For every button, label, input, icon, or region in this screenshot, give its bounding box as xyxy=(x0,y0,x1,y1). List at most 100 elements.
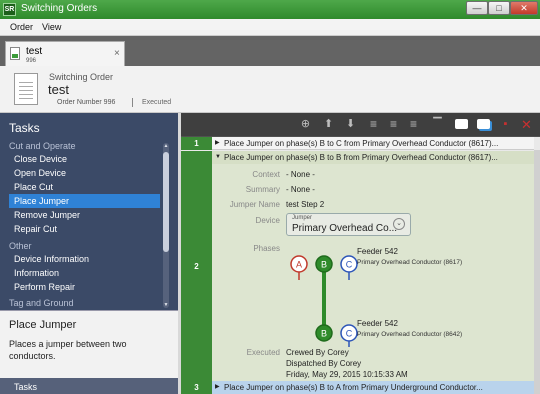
svg-text:C: C xyxy=(346,329,353,339)
note-icon[interactable] xyxy=(455,119,468,129)
task-remove-jumper[interactable]: Remove Jumper xyxy=(9,208,160,222)
task-place-cut[interactable]: Place Cut xyxy=(9,180,160,194)
steps-scrollbar[interactable] xyxy=(534,150,540,394)
executed-dispatched: Dispatched By Corey xyxy=(286,359,362,368)
task-close-device[interactable]: Close Device xyxy=(9,152,160,166)
order-kind: Switching Order xyxy=(49,72,114,82)
order-number: Order Number 996 xyxy=(57,99,116,106)
order-status: Executed xyxy=(142,99,172,106)
tab-number: 996 xyxy=(26,58,37,64)
svg-text:C: C xyxy=(346,260,353,270)
document-tab[interactable]: test 996 × xyxy=(5,41,125,66)
task-place-jumper[interactable]: Place Jumper xyxy=(9,194,160,208)
svg-text:B: B xyxy=(321,329,327,339)
menu-view[interactable]: View xyxy=(42,22,61,32)
svg-text:A: A xyxy=(296,260,302,270)
tab-title: test xyxy=(26,46,43,57)
phase-b-top: B xyxy=(315,255,333,273)
document-icon xyxy=(10,47,20,60)
expand-icon[interactable]: ⊕ xyxy=(299,118,312,131)
move-up-icon[interactable]: ⬆ xyxy=(322,118,335,131)
close-button[interactable]: ✕ xyxy=(510,1,538,15)
tab-close-icon[interactable]: × xyxy=(114,48,120,59)
step-row-3[interactable]: ▶ Place Jumper on phase(s) B to A from P… xyxy=(212,381,534,394)
document-tab-strip: test 996 × xyxy=(0,36,540,66)
task-repair-cut[interactable]: Repair Cut xyxy=(9,222,160,236)
step-details: Context - None - Summary - None - Jumper… xyxy=(212,164,534,383)
description-text: Places a jumper between two conductors. xyxy=(9,339,127,361)
jumper-name-label: Jumper Name xyxy=(229,200,280,209)
task-description-panel: Place Jumper Places a jumper between two… xyxy=(0,310,178,378)
divider xyxy=(132,98,133,107)
task-device-information[interactable]: Device Information xyxy=(9,252,160,266)
phase-diagram: A B C B C xyxy=(290,255,358,347)
context-value[interactable]: - None - xyxy=(286,170,315,179)
scrollbar-thumb[interactable] xyxy=(163,152,169,252)
order-header: Switching Order test Order Number 996 Ex… xyxy=(0,66,540,113)
collapse-arrow-icon[interactable]: ▼ xyxy=(215,151,221,164)
tasks-panel: Tasks Cut and Operate Close Device Open … xyxy=(0,113,178,394)
task-open-device[interactable]: Open Device xyxy=(9,166,160,180)
device-label: Device xyxy=(255,216,280,225)
steps-toolbar: ⊕ ⬆ ⬇ ≡ ≡ ≡ ▔ ▪ ✕ xyxy=(181,113,540,136)
step-row-2[interactable]: ▼ Place Jumper on phase(s) B to B from P… xyxy=(212,151,534,164)
expand-arrow-icon[interactable]: ▶ xyxy=(215,381,220,394)
chevron-down-icon[interactable]: ⌄ xyxy=(393,218,405,230)
jumper-name-value[interactable]: test Step 2 xyxy=(286,200,324,209)
step-number: 3 xyxy=(181,381,212,394)
list-icon[interactable]: ≡ xyxy=(407,118,420,131)
menu-bar: Order View xyxy=(0,19,540,36)
feeder-bottom: Feeder 542 xyxy=(357,319,398,328)
device-selector[interactable]: Jumper Primary Overhead Co... ⌄ xyxy=(286,213,411,236)
maximize-button[interactable]: □ xyxy=(488,1,510,15)
step-number: 2 xyxy=(181,151,212,383)
list-icon[interactable]: ≡ xyxy=(367,118,380,131)
conductor-top: Primary Overhead Conductor (8617) xyxy=(357,259,463,266)
step-number: 1 xyxy=(181,137,212,150)
group-other: Other xyxy=(9,241,32,251)
phases-label: Phases xyxy=(253,244,280,253)
phase-a-top: A xyxy=(290,255,308,273)
task-perform-repair[interactable]: Perform Repair xyxy=(9,280,160,294)
feeder-top: Feeder 542 xyxy=(357,247,398,256)
phase-c-bottom: C xyxy=(340,324,358,342)
delete-icon[interactable]: ✕ xyxy=(520,118,533,131)
summary-label: Summary xyxy=(245,185,280,194)
conductor-bottom: Primary Overhead Conductor (8642) xyxy=(357,331,463,338)
group-tag-and-ground: Tag and Ground xyxy=(9,298,74,308)
step-text: Place Jumper on phase(s) B to A from Pri… xyxy=(224,383,483,392)
tasks-bottom-tab-label: Tasks xyxy=(14,382,38,392)
move-down-icon[interactable]: ⬇ xyxy=(344,118,357,131)
group-cut-and-operate: Cut and Operate xyxy=(9,141,76,151)
svg-text:B: B xyxy=(321,260,327,270)
steps-panel: ⊕ ⬆ ⬇ ≡ ≡ ≡ ▔ ▪ ✕ 1 2 3 ▶ Place Jumper o… xyxy=(181,113,540,394)
minimize-button[interactable]: — xyxy=(466,1,488,15)
phase-c-top: C xyxy=(340,255,358,273)
summary-value[interactable]: - None - xyxy=(286,185,315,194)
device-value: Primary Overhead Co... xyxy=(292,223,398,234)
executed-label: Executed xyxy=(246,348,280,357)
list-icon[interactable]: ≡ xyxy=(387,118,400,131)
app-icon: SR xyxy=(3,3,16,16)
single-line-icon[interactable]: ▔ xyxy=(431,118,444,131)
menu-order[interactable]: Order xyxy=(10,22,33,32)
task-list: Cut and Operate Close Device Open Device… xyxy=(0,139,170,308)
note-red-icon[interactable]: ▪ xyxy=(499,118,512,131)
context-label: Context xyxy=(252,170,280,179)
step-row-1[interactable]: ▶ Place Jumper on phase(s) B to C from P… xyxy=(212,137,534,150)
order-name: test xyxy=(48,82,69,97)
task-list-scrollbar[interactable]: ▲ ▼ xyxy=(163,143,169,308)
device-type: Jumper xyxy=(292,215,313,221)
expand-arrow-icon[interactable]: ▶ xyxy=(215,137,220,149)
tasks-bottom-tab[interactable]: Tasks xyxy=(0,378,178,394)
executed-crewed: Crewed By Corey xyxy=(286,348,349,357)
note-blue-icon[interactable] xyxy=(477,119,490,129)
step-text: Place Jumper on phase(s) B to B from Pri… xyxy=(224,153,498,162)
task-information[interactable]: Information xyxy=(9,266,160,280)
window-title: Switching Orders xyxy=(21,3,98,14)
tasks-header: Tasks xyxy=(0,113,178,137)
phase-b-bottom: B xyxy=(315,324,333,342)
switching-order-icon xyxy=(14,73,38,105)
description-title: Place Jumper xyxy=(9,319,77,331)
tasks-title: Tasks xyxy=(9,121,40,135)
